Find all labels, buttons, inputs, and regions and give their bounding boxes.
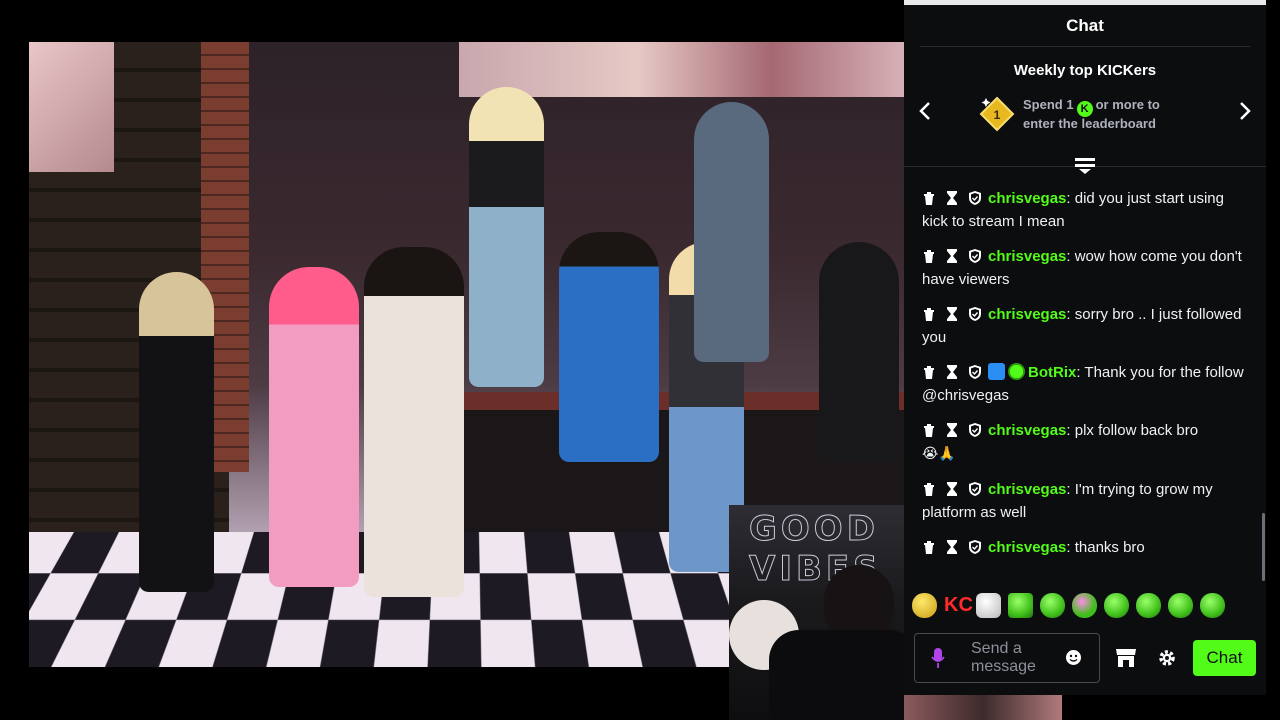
chat-username[interactable]: BotRix — [1028, 364, 1076, 381]
chat-input[interactable]: Send a message — [914, 633, 1100, 683]
shield-icon[interactable] — [968, 189, 982, 205]
timeout-icon[interactable] — [945, 538, 959, 554]
leaderboard-title: Weekly top KICKers — [1013, 62, 1157, 79]
emote-bar: KC — [912, 593, 1225, 618]
emote[interactable] — [1136, 593, 1161, 618]
page-scrollbar-track — [1266, 0, 1280, 720]
placeholder-line1: Send a — [971, 640, 1022, 657]
emote[interactable] — [1072, 593, 1097, 618]
leaderboard-spend-text: Spend 1 Kor more to enter the leaderboard — [1023, 96, 1160, 131]
shield-icon[interactable] — [968, 305, 982, 321]
spend-line2: enter the leaderboard — [1023, 115, 1156, 131]
chat-username[interactable]: chrisvegas — [988, 248, 1066, 265]
video-person — [269, 267, 359, 587]
diamond-badge-icon: 1 — [978, 95, 1016, 133]
hammer-badge — [988, 363, 1005, 380]
video-person — [559, 232, 659, 462]
spend-suffix: or more to — [1095, 96, 1160, 112]
send-chat-button[interactable]: Chat — [1193, 640, 1256, 676]
leaderboard-badge-number: 1 — [994, 108, 1001, 122]
emote[interactable] — [1168, 593, 1193, 618]
chat-message-text: : plx follow back bro — [1066, 422, 1199, 439]
chat-username[interactable]: chrisvegas — [988, 539, 1066, 556]
shield-icon[interactable] — [968, 538, 982, 554]
spend-prefix: Spend 1 — [1023, 96, 1074, 112]
trash-icon[interactable] — [922, 480, 936, 496]
chat-username[interactable]: chrisvegas — [988, 306, 1066, 323]
video-person — [364, 247, 464, 597]
emote[interactable] — [1008, 593, 1033, 618]
emote[interactable] — [1040, 593, 1065, 618]
webcam-overlay: GOOD VIBES — [729, 505, 904, 720]
chat-username[interactable]: chrisvegas — [988, 422, 1066, 439]
trash-icon[interactable] — [922, 421, 936, 437]
chat-panel: Chat Weekly top KICKers 1 Spend 1 Kor mor… — [904, 0, 1266, 695]
gear-icon[interactable] — [1157, 648, 1177, 668]
video-screen-top — [459, 42, 905, 97]
chat-message-text: : I'm trying to grow my platform as well — [922, 481, 1213, 521]
timeout-icon[interactable] — [945, 421, 959, 437]
timeout-icon[interactable] — [945, 247, 959, 263]
trash-icon[interactable] — [922, 538, 936, 554]
chat-message-list[interactable]: chrisvegas: did you just start using kic… — [904, 183, 1266, 583]
timeout-icon[interactable] — [945, 480, 959, 496]
chat-scrollbar[interactable] — [1262, 513, 1265, 581]
chat-message: chrisvegas: sorry bro .. I just followed… — [904, 299, 1266, 357]
placeholder-line2: message — [971, 658, 1036, 675]
leaderboard: 1 Spend 1 Kor more to enter the leaderboa… — [904, 87, 1266, 147]
emote[interactable] — [976, 593, 1001, 618]
chat-message: chrisvegas: wow how come you don't have … — [904, 241, 1266, 299]
emote[interactable] — [1200, 593, 1225, 618]
chat-input-placeholder: Send a message — [971, 640, 1036, 676]
chat-message-text: : thanks bro — [1066, 539, 1145, 556]
store-icon[interactable] — [1115, 648, 1137, 668]
shield-icon[interactable] — [968, 247, 982, 263]
emote[interactable] — [912, 593, 937, 618]
chevron-left-icon[interactable] — [914, 99, 938, 123]
video-person — [819, 242, 899, 462]
kick-coin-icon: K — [1076, 100, 1093, 117]
trash-icon[interactable] — [922, 189, 936, 205]
shield-icon[interactable] — [968, 480, 982, 496]
emote[interactable] — [1104, 593, 1129, 618]
trash-icon[interactable] — [922, 305, 936, 321]
shield-icon[interactable] — [968, 421, 982, 437]
chat-message: chrisvegas: did you just start using kic… — [904, 183, 1266, 241]
collapse-icon[interactable] — [1075, 158, 1095, 174]
chat-message-emojis: 😭🙏 — [922, 446, 956, 462]
smiley-icon[interactable] — [1065, 649, 1082, 666]
chat-message: chrisvegas: thanks bro — [904, 532, 1266, 567]
chat-username[interactable]: chrisvegas — [988, 190, 1066, 207]
video-screen-left — [29, 42, 114, 172]
chat-message: chrisvegas: plx follow back bro 😭🙏 — [904, 415, 1266, 474]
chat-message: BotRix: Thank you for the follow @chrisv… — [904, 357, 1266, 415]
video-person — [139, 272, 214, 592]
video-person — [694, 102, 769, 362]
timeout-icon[interactable] — [945, 305, 959, 321]
emote[interactable]: KC — [944, 593, 973, 618]
chat-username[interactable]: chrisvegas — [988, 481, 1066, 498]
chat-message: chrisvegas: I'm trying to grow my platfo… — [904, 474, 1266, 532]
shield-icon[interactable] — [968, 363, 982, 379]
trash-icon[interactable] — [922, 363, 936, 379]
verified-badge — [1008, 363, 1025, 380]
webcam-person-shirt — [769, 630, 904, 720]
timeout-icon[interactable] — [945, 189, 959, 205]
video-person — [469, 87, 544, 387]
leaderboard-info: 1 Spend 1 Kor more to enter the leaderboa… — [978, 95, 1160, 133]
mic-icon[interactable] — [931, 648, 945, 668]
chat-title: Chat — [920, 5, 1250, 47]
chevron-right-icon[interactable] — [1232, 99, 1256, 123]
trash-icon[interactable] — [922, 247, 936, 263]
timeout-icon[interactable] — [945, 363, 959, 379]
